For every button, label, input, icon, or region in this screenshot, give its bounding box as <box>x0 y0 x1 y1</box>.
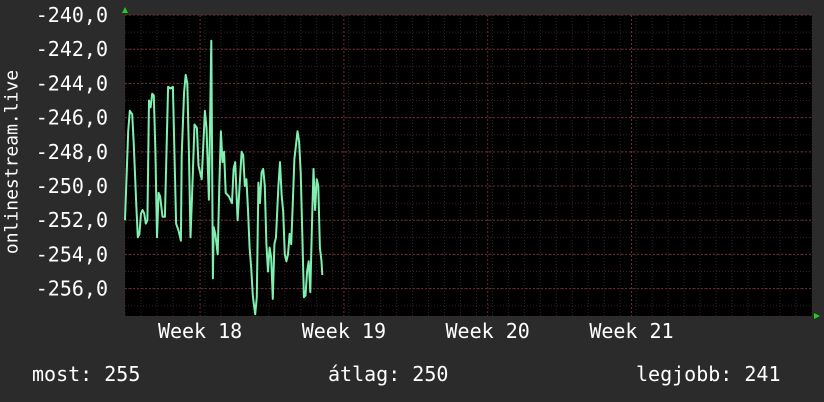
y-axis-title: onlinestream.live <box>1 69 23 255</box>
x-tick-label: Week 18 <box>158 319 242 343</box>
y-tick-label: -254,0 <box>36 242 108 266</box>
y-tick-label: -248,0 <box>36 140 108 164</box>
y-axis-arrow <box>122 7 128 13</box>
y-tick-label: -256,0 <box>36 277 108 301</box>
current-value-stat: most: 255 <box>32 362 141 386</box>
line-chart: -240,0 -242,0 -244,0 -246,0 -248,0 -250,0 -252… <box>36 3 820 343</box>
y-tick-label: -242,0 <box>36 37 108 61</box>
y-tick-label: -252,0 <box>36 208 108 232</box>
plot-area <box>125 15 812 316</box>
x-tick-label: Week 20 <box>446 319 530 343</box>
y-tick-label: -244,0 <box>36 71 108 95</box>
average-value-stat: átlag: 250 <box>328 362 449 386</box>
y-tick-label: -250,0 <box>36 174 108 198</box>
best-value-stat: legjobb: 241 <box>636 362 781 386</box>
y-tick-label: -246,0 <box>36 106 108 130</box>
y-tick-label: -240,0 <box>36 3 108 27</box>
x-tick-label: Week 21 <box>589 319 673 343</box>
x-tick-label: Week 19 <box>302 319 386 343</box>
x-axis-arrow <box>814 313 820 319</box>
